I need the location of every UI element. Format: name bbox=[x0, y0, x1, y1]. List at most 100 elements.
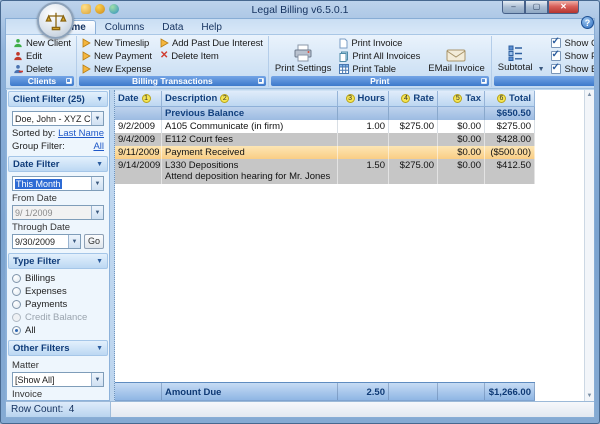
radio-all[interactable]: All bbox=[12, 325, 104, 336]
maximize-button[interactable]: ▢ bbox=[525, 1, 548, 14]
radio-billings[interactable]: Billings bbox=[12, 273, 104, 284]
tab-help[interactable]: Help bbox=[192, 21, 231, 34]
new-client-button[interactable]: New Client bbox=[11, 37, 73, 49]
column-header-description[interactable]: Description 2 bbox=[162, 91, 338, 106]
show-bands-checkbox[interactable]: Show Bands bbox=[551, 63, 595, 75]
print-table-button[interactable]: Print Table bbox=[337, 63, 422, 75]
documents-stack-icon bbox=[339, 51, 349, 62]
checkbox-icon bbox=[551, 38, 561, 48]
date-filter-header[interactable]: Date Filter ▼ bbox=[8, 156, 108, 172]
tab-columns[interactable]: Columns bbox=[96, 21, 153, 34]
gold-arrow-icon bbox=[82, 38, 91, 48]
other-filters-header[interactable]: Other Filters ▼ bbox=[8, 340, 108, 356]
horizontal-scrollbar[interactable] bbox=[111, 402, 594, 417]
radio-payments[interactable]: Payments bbox=[12, 299, 104, 310]
vertical-scrollbar[interactable]: ▲ ▼ bbox=[584, 90, 594, 401]
cell-rate: $275.00 bbox=[389, 159, 438, 184]
gold-arrow-icon bbox=[160, 38, 169, 48]
tab-data[interactable]: Data bbox=[153, 21, 192, 34]
date-range-select[interactable]: This Month ▼ bbox=[12, 176, 104, 191]
print-invoice-button[interactable]: Print Invoice bbox=[337, 37, 422, 49]
column-header-total[interactable]: 6 Total bbox=[485, 91, 535, 106]
column-header-rate[interactable]: 4 Rate bbox=[389, 91, 438, 106]
print-settings-button[interactable]: Print Settings bbox=[272, 37, 335, 75]
table-row-payment-highlighted[interactable]: 9/11/2009 Payment Received $0.00 ($500.0… bbox=[115, 146, 535, 159]
sorted-by-link[interactable]: Last Name bbox=[58, 128, 104, 139]
app-menu-orb[interactable] bbox=[37, 2, 74, 39]
app-window: Legal Billing v6.5.0.1 – ▢ ✕ bbox=[0, 0, 600, 424]
show-previous-balance-checkbox[interactable]: Show Previous Balance bbox=[551, 50, 595, 62]
cell-description: E112 Court fees bbox=[162, 133, 338, 146]
new-expense-button[interactable]: New Expense bbox=[80, 63, 154, 75]
radio-icon bbox=[12, 326, 21, 335]
new-timeslip-button[interactable]: New Timeslip bbox=[80, 37, 154, 49]
quick-access-icon-1[interactable] bbox=[81, 4, 91, 14]
client-select[interactable]: Doe, John - XYZ Corporation ▼ bbox=[12, 111, 104, 126]
chevron-down-icon: ▼ bbox=[96, 96, 103, 103]
column-header-tax[interactable]: 5 Tax bbox=[438, 91, 485, 106]
cell-total: $412.50 bbox=[485, 159, 535, 184]
client-filter-header[interactable]: Client Filter (25) ▼ bbox=[8, 91, 108, 107]
band-label: Previous Balance bbox=[162, 107, 338, 120]
go-button[interactable]: Go bbox=[84, 234, 104, 249]
dialog-launcher-icon[interactable] bbox=[481, 78, 487, 84]
matter-select[interactable]: [Show All] ▼ bbox=[12, 372, 104, 387]
radio-expenses[interactable]: Expenses bbox=[12, 286, 104, 297]
chevron-down-icon: ▼ bbox=[96, 345, 103, 352]
cell-hours: 1.00 bbox=[338, 120, 389, 133]
cell-comment: Attend deposition hearing for Mr. Jones bbox=[165, 171, 334, 182]
cell-rate: $275.00 bbox=[389, 120, 438, 133]
edit-client-button[interactable]: Edit bbox=[11, 50, 73, 62]
subtotal-button[interactable]: Subtotal bbox=[495, 44, 536, 74]
cell-rate bbox=[389, 146, 438, 159]
dialog-launcher-icon[interactable] bbox=[66, 78, 72, 84]
group-filter-link[interactable]: All bbox=[93, 141, 104, 152]
from-date-field[interactable]: 9/ 1/2009 ▼ bbox=[12, 205, 104, 220]
delete-item-button[interactable]: ✕ Delete Item bbox=[158, 50, 265, 62]
close-button[interactable]: ✕ bbox=[548, 1, 579, 14]
table-row[interactable]: 9/14/2009 L330 Depositions Attend deposi… bbox=[115, 159, 535, 184]
cell-date: 9/11/2009 bbox=[115, 146, 162, 159]
scroll-up-icon[interactable]: ▲ bbox=[587, 90, 593, 100]
checkbox-icon bbox=[551, 51, 561, 61]
quick-access-icon-2[interactable] bbox=[95, 4, 105, 14]
person-delete-icon bbox=[13, 64, 23, 74]
ribbon: New Client Edit Delete bbox=[6, 34, 594, 88]
envelope-icon bbox=[446, 48, 466, 62]
calendar-dropdown-icon: ▼ bbox=[91, 206, 103, 219]
dialog-launcher-icon[interactable] bbox=[258, 78, 264, 84]
cell-date: 9/2/2009 bbox=[115, 120, 162, 133]
new-payment-button[interactable]: New Payment bbox=[80, 50, 154, 62]
table-row[interactable]: 9/2/2009 A105 Communicate (in firm) 1.00… bbox=[115, 120, 535, 133]
type-filter-header[interactable]: Type Filter ▼ bbox=[8, 253, 108, 269]
add-past-due-interest-button[interactable]: Add Past Due Interest bbox=[158, 37, 265, 49]
email-invoice-button[interactable]: EMail Invoice bbox=[425, 37, 488, 75]
subtotal-dropdown-icon[interactable]: ▼ bbox=[538, 66, 545, 74]
radio-icon bbox=[12, 274, 21, 283]
show-comments-checkbox[interactable]: Show Comments bbox=[551, 37, 595, 49]
column-number-badge: 4 bbox=[401, 94, 410, 103]
through-date-field[interactable]: 9/30/2009 ▼ bbox=[12, 234, 81, 249]
column-header-hours[interactable]: 3 Hours bbox=[338, 91, 389, 106]
column-number-badge: 6 bbox=[497, 94, 506, 103]
cell-description: L330 Depositions Attend deposition heari… bbox=[162, 159, 338, 184]
dropdown-arrow-icon: ▼ bbox=[91, 112, 103, 125]
quick-access-icon-3[interactable] bbox=[109, 4, 119, 14]
table-row[interactable]: 9/4/2009 E112 Court fees $0.00 $428.00 bbox=[115, 133, 535, 146]
cell-date: 9/4/2009 bbox=[115, 133, 162, 146]
scroll-down-icon[interactable]: ▼ bbox=[587, 391, 593, 401]
row-count-status: Row Count: 4 bbox=[6, 402, 111, 417]
minimize-button[interactable]: – bbox=[502, 1, 525, 14]
column-header-date[interactable]: Date 1 bbox=[115, 91, 162, 106]
group-caption-print: Print bbox=[271, 76, 489, 86]
scales-of-justice-icon bbox=[45, 10, 67, 32]
cell-total: $428.00 bbox=[485, 133, 535, 146]
cell-tax: $0.00 bbox=[438, 146, 485, 159]
column-number-badge: 3 bbox=[346, 94, 355, 103]
radio-credit-balance: Credit Balance bbox=[12, 312, 104, 323]
cell-total: ($500.00) bbox=[485, 146, 535, 159]
print-all-invoices-button[interactable]: Print All Invoices bbox=[337, 50, 422, 62]
help-button[interactable]: ? bbox=[581, 16, 594, 29]
footer-total: $1,266.00 bbox=[485, 383, 535, 400]
delete-client-button[interactable]: Delete bbox=[11, 63, 73, 75]
